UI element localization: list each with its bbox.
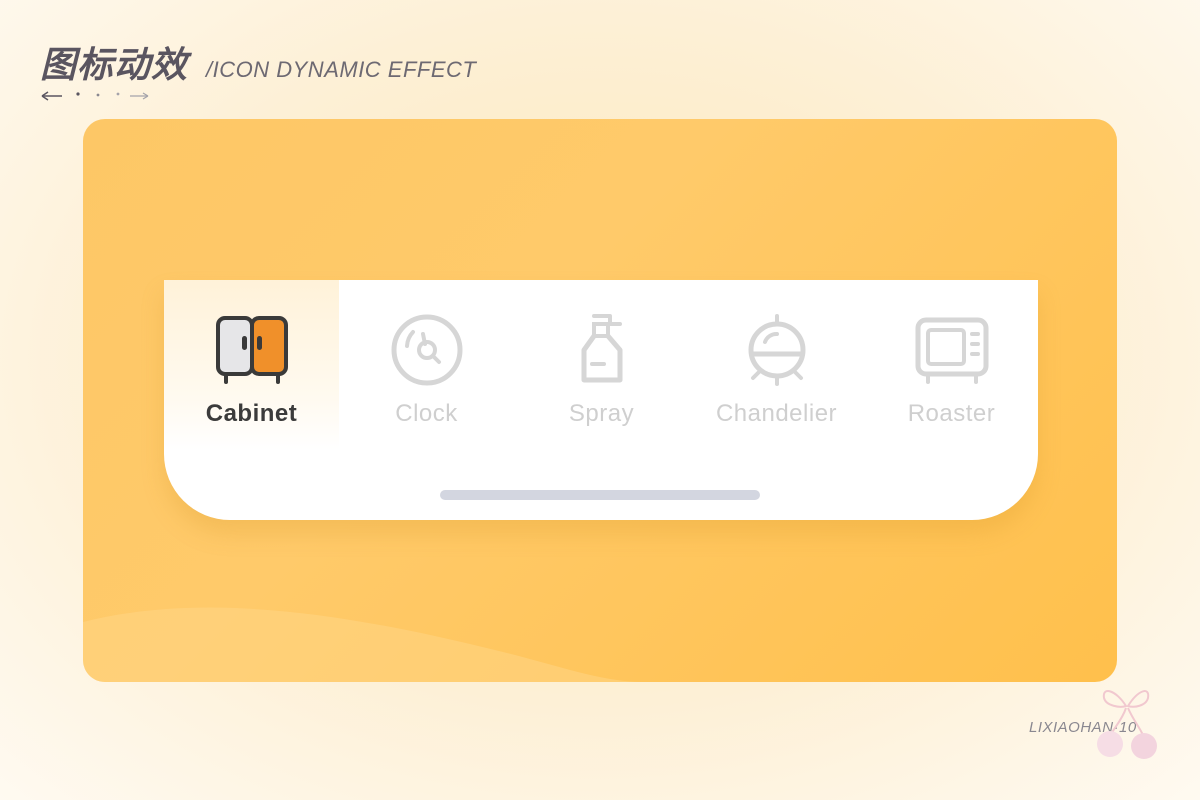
tab-label: Roaster: [907, 400, 996, 427]
header: 图标动效 /ICON DYNAMIC EFFECT: [40, 36, 476, 88]
tab-clock[interactable]: Clock: [339, 280, 514, 450]
tab-roaster[interactable]: Roaster: [864, 280, 1038, 450]
tab-cabinet[interactable]: Cabinet: [164, 280, 339, 450]
spray-bottle-icon: [581, 314, 622, 383]
wave-decoration: [83, 607, 643, 682]
tab-spray[interactable]: Spray: [514, 280, 689, 450]
tab-label: Cabinet: [205, 400, 298, 427]
tab-label: Spray: [568, 400, 635, 427]
roaster-icon: [915, 317, 988, 384]
home-indicator[interactable]: [440, 490, 760, 500]
tab-bar: Cabinet Clock Spray Chandelier Roaster: [164, 280, 1038, 520]
cherry-bow-decoration: [1097, 690, 1157, 759]
tab-chandelier[interactable]: Chandelier: [689, 280, 864, 450]
tab-label: Clock: [395, 400, 458, 427]
tab-label: Chandelier: [715, 400, 838, 427]
cabinet-icon: [215, 316, 288, 384]
arrow-dots-decoration: [41, 91, 149, 101]
clock-icon: [391, 314, 462, 386]
page-title: 图标动效: [40, 45, 189, 86]
chandelier-icon: [748, 314, 805, 386]
page-subtitle: /ICON DYNAMIC EFFECT: [206, 57, 477, 82]
